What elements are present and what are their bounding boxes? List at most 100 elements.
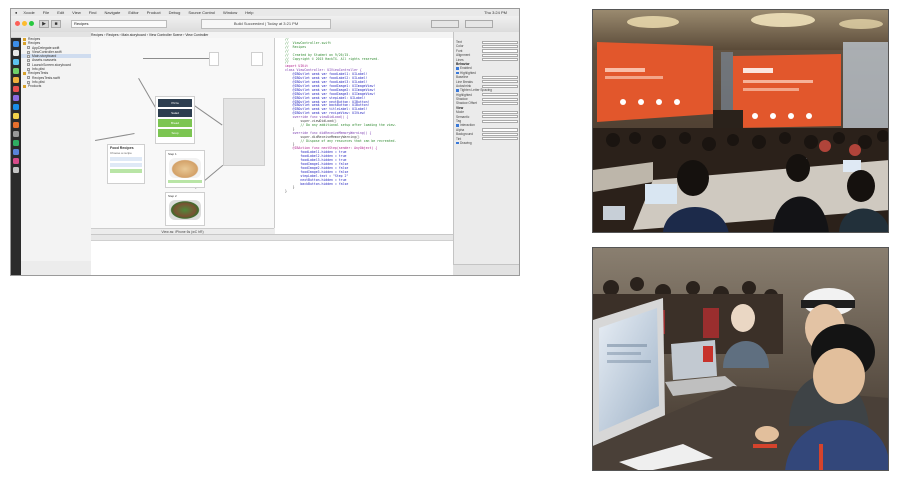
checkbox-icon[interactable] <box>456 67 459 70</box>
inspector-label: Shadow <box>456 97 468 102</box>
inspector-field[interactable] <box>482 40 518 44</box>
folder-icon <box>23 41 26 45</box>
calendar-icon[interactable] <box>13 86 19 92</box>
inspector-field[interactable] <box>482 49 518 53</box>
inspector-field[interactable] <box>482 84 518 88</box>
run-button[interactable]: ▶ <box>39 20 49 28</box>
bread-scene[interactable]: Step 1 <box>165 150 205 188</box>
menu-item[interactable]: Edit <box>57 10 64 15</box>
bread-button[interactable]: Bread <box>158 119 192 127</box>
segue-line <box>192 104 223 126</box>
file-icon <box>27 54 30 58</box>
empty-scene[interactable] <box>223 98 265 166</box>
detail-scene[interactable] <box>251 52 263 66</box>
preferences-icon[interactable] <box>13 131 19 137</box>
scheme-selector[interactable]: Recipes <box>71 20 167 28</box>
notes-icon[interactable] <box>13 77 19 83</box>
file-icon <box>27 59 30 63</box>
inspector-field[interactable] <box>482 97 518 101</box>
folder-icon <box>23 37 26 41</box>
inspector-label: Background <box>456 132 474 137</box>
app-icon[interactable] <box>13 140 19 146</box>
scene-row <box>110 163 142 167</box>
file-icon <box>27 67 30 71</box>
inspector-field[interactable] <box>482 44 518 49</box>
inspector-field[interactable] <box>482 102 518 106</box>
step-label: Step 1 <box>168 152 177 156</box>
close-window-icon[interactable] <box>15 21 20 26</box>
menu-item[interactable]: Help <box>245 10 253 15</box>
xcode-screenshot: ● Xcode File Edit View Find Navigate Editor Prod… <box>10 8 520 276</box>
inspector-field[interactable] <box>482 75 518 79</box>
menu-item[interactable]: Navigate <box>105 10 121 15</box>
salad-button[interactable]: Salad <box>158 109 192 117</box>
menu-scene[interactable]: Pizza Salad Bread Soup <box>155 96 195 144</box>
checkbox-icon[interactable] <box>456 89 459 92</box>
trash-icon[interactable] <box>13 167 19 173</box>
menu-item[interactable]: Source Control <box>188 10 215 15</box>
minimize-window-icon[interactable] <box>22 21 27 26</box>
zoom-window-icon[interactable] <box>29 21 34 26</box>
object-library[interactable] <box>453 264 519 275</box>
folder-icon <box>23 84 26 88</box>
debug-area[interactable] <box>91 240 453 275</box>
menubar-clock: Thu 3:24 PM <box>484 10 507 15</box>
inspector-field[interactable] <box>482 128 518 132</box>
inspector-field[interactable] <box>482 119 518 123</box>
menu-item[interactable]: View <box>72 10 81 15</box>
xcode-toolbar: ▶ ■ Recipes Build Succeeded | Today at 3… <box>11 16 519 33</box>
inspector-row[interactable]: Drawing <box>454 141 519 145</box>
code-editor[interactable]: //// ViewController.swift// Recipes//// … <box>275 38 453 234</box>
pizza-button[interactable]: Pizza <box>158 99 192 107</box>
soup-button[interactable]: Soup <box>158 129 192 137</box>
inspector-label: Interaction <box>460 123 475 128</box>
navigation-controller-scene[interactable] <box>209 52 219 66</box>
app-icon[interactable] <box>13 113 19 119</box>
inspector-field[interactable] <box>482 110 518 115</box>
inspector-field[interactable] <box>482 53 518 57</box>
inspector-label: Highlighted <box>456 92 472 97</box>
storyboard-canvas[interactable]: Food Recipes Choose a recipe Pizza Salad… <box>91 38 275 228</box>
finder-icon[interactable] <box>13 41 19 47</box>
navigator-item[interactable]: Products <box>21 84 91 88</box>
checkbox-icon[interactable] <box>456 141 459 145</box>
inspector-label: Tint <box>456 136 462 141</box>
food-recipes-scene[interactable]: Food Recipes Choose a recipe <box>107 144 145 184</box>
menu-item[interactable]: Xcode <box>23 10 34 15</box>
inspector-field[interactable] <box>482 93 518 97</box>
menu-item[interactable]: Find <box>89 10 97 15</box>
inspector-label: Tighten Letter Spacing <box>460 88 492 93</box>
messages-icon[interactable] <box>13 68 19 74</box>
editor-mode-control[interactable] <box>431 20 459 28</box>
menu-item[interactable]: Window <box>223 10 237 15</box>
app-icon[interactable] <box>13 122 19 128</box>
segue-line <box>95 133 135 141</box>
apple-menu-icon[interactable]: ● <box>15 10 17 15</box>
inspector-field[interactable] <box>482 137 518 141</box>
inspector-label: Mode <box>456 110 464 115</box>
menu-item[interactable]: File <box>43 10 49 15</box>
inspector-label: Shadow Offset <box>456 101 477 106</box>
itunes-icon[interactable] <box>13 95 19 101</box>
app-icon[interactable] <box>13 158 19 164</box>
launchpad-icon[interactable] <box>13 50 19 56</box>
salad-scene[interactable]: Step 2 <box>165 192 205 226</box>
inspector-label: Enabled <box>460 66 472 71</box>
inspector-label: Autoshrink <box>456 83 472 88</box>
next-button[interactable] <box>168 180 202 183</box>
safari-icon[interactable] <box>13 59 19 65</box>
checkbox-icon[interactable] <box>456 124 459 127</box>
stop-button[interactable]: ■ <box>51 20 61 28</box>
inspector-field[interactable] <box>482 115 518 119</box>
menu-item[interactable]: Product <box>147 10 161 15</box>
inspector-field[interactable] <box>482 80 518 84</box>
inspector-field[interactable] <box>482 58 518 62</box>
menu-item[interactable]: Editor <box>128 10 138 15</box>
xcode-icon[interactable] <box>13 104 19 110</box>
checkbox-icon[interactable] <box>456 71 459 75</box>
app-icon[interactable] <box>13 149 19 155</box>
view-toggle-control[interactable] <box>465 20 493 28</box>
menu-item[interactable]: Debug <box>169 10 181 15</box>
file-icon <box>27 80 30 84</box>
inspector-field[interactable] <box>482 132 518 136</box>
